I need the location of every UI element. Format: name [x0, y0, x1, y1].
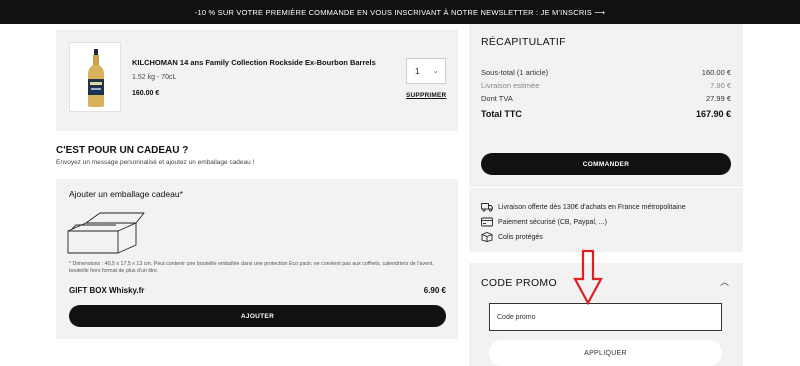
gift-product-name: GIFT BOX Whisky.fr: [69, 286, 145, 295]
product-weight-volume: 1.52 kg - 70cL: [132, 74, 177, 81]
gift-box-icon: [67, 212, 145, 254]
tax-value: 27.99 €: [705, 94, 731, 103]
gift-wrap-panel: Ajouter un emballage cadeau* * Dimension…: [56, 179, 458, 339]
shipping-value: 7.90 €: [710, 81, 731, 90]
summary-divider: [469, 187, 743, 188]
subtotal-row: Sous-total (1 article) 160.00 €: [481, 68, 731, 77]
annotation-arrow-icon: [573, 249, 603, 305]
gift-section-title: C'EST POUR UN CADEAU ?: [56, 145, 189, 156]
perk-secure-payment-text: Paiement sécurisé (CB, Paypal, ...): [498, 218, 607, 226]
promo-code-input[interactable]: Code promo: [489, 303, 722, 331]
add-gift-wrap-button[interactable]: AJOUTER: [69, 305, 446, 327]
summary-title: RÉCAPITULATIF: [481, 36, 566, 48]
total-label: Total TTC: [481, 109, 522, 119]
gift-wrap-label: Ajouter un emballage cadeau*: [69, 189, 183, 199]
whisky-bottle-image: [88, 49, 104, 107]
total-value: 167.90 €: [695, 109, 731, 119]
product-price: 160.00 €: [132, 90, 160, 97]
quantity-value: 1: [415, 66, 420, 76]
tax-row: Dont TVA 27.99 €: [481, 94, 731, 103]
perk-secure-payment: Paiement sécurisé (CB, Paypal, ...): [481, 217, 607, 227]
shipping-row: Livraison estimée 7.90 €: [481, 81, 731, 90]
promo-code-placeholder: Code promo: [497, 313, 536, 321]
gift-dimensions-note: * Dimensions : 40,5 x 17,5 x 13 cm. Peut…: [69, 261, 434, 275]
newsletter-banner-text[interactable]: -10 % SUR VOTRE PREMIÈRE COMMANDE EN VOU…: [195, 8, 605, 17]
shipping-label: Livraison estimée: [481, 81, 540, 90]
product-title[interactable]: KILCHOMAN 14 ans Family Collection Rocks…: [132, 58, 376, 67]
cart-item: KILCHOMAN 14 ans Family Collection Rocks…: [56, 30, 458, 131]
quantity-select[interactable]: 1 ⌄: [406, 58, 446, 84]
chevron-up-icon[interactable]: ︿: [720, 275, 729, 288]
order-summary: RÉCAPITULATIF Sous-total (1 article) 160…: [469, 24, 743, 252]
promo-code-panel: CODE PROMO ︿ Code promo APPLIQUER: [469, 263, 743, 366]
remove-item-link[interactable]: SUPPRIMER: [406, 92, 446, 99]
gift-product-price: 6.90 €: [423, 286, 446, 295]
perk-free-shipping: Livraison offerte dès 130€ d'achats en F…: [481, 202, 686, 212]
perk-protected-parcels-text: Colis protégés: [498, 233, 543, 241]
promo-code-title[interactable]: CODE PROMO: [481, 277, 557, 289]
total-row: Total TTC 167.90 €: [481, 109, 731, 119]
truck-icon: [481, 203, 493, 212]
checkout-button[interactable]: COMMANDER: [481, 153, 731, 175]
newsletter-banner[interactable]: -10 % SUR VOTRE PREMIÈRE COMMANDE EN VOU…: [0, 0, 800, 24]
tax-label: Dont TVA: [481, 94, 513, 103]
apply-promo-button[interactable]: APPLIQUER: [489, 340, 722, 366]
subtotal-label: Sous-total (1 article): [481, 68, 549, 77]
gift-section-subtitle: Envoyez un message personnalisé et ajout…: [56, 159, 255, 166]
product-thumbnail[interactable]: [69, 42, 121, 112]
subtotal-value: 160.00 €: [701, 68, 731, 77]
chevron-down-icon: ⌄: [432, 66, 439, 75]
perk-protected-parcels: Colis protégés: [481, 232, 543, 242]
package-icon: [481, 232, 493, 242]
perk-free-shipping-text: Livraison offerte dès 130€ d'achats en F…: [498, 203, 686, 211]
credit-card-icon: [481, 217, 493, 227]
